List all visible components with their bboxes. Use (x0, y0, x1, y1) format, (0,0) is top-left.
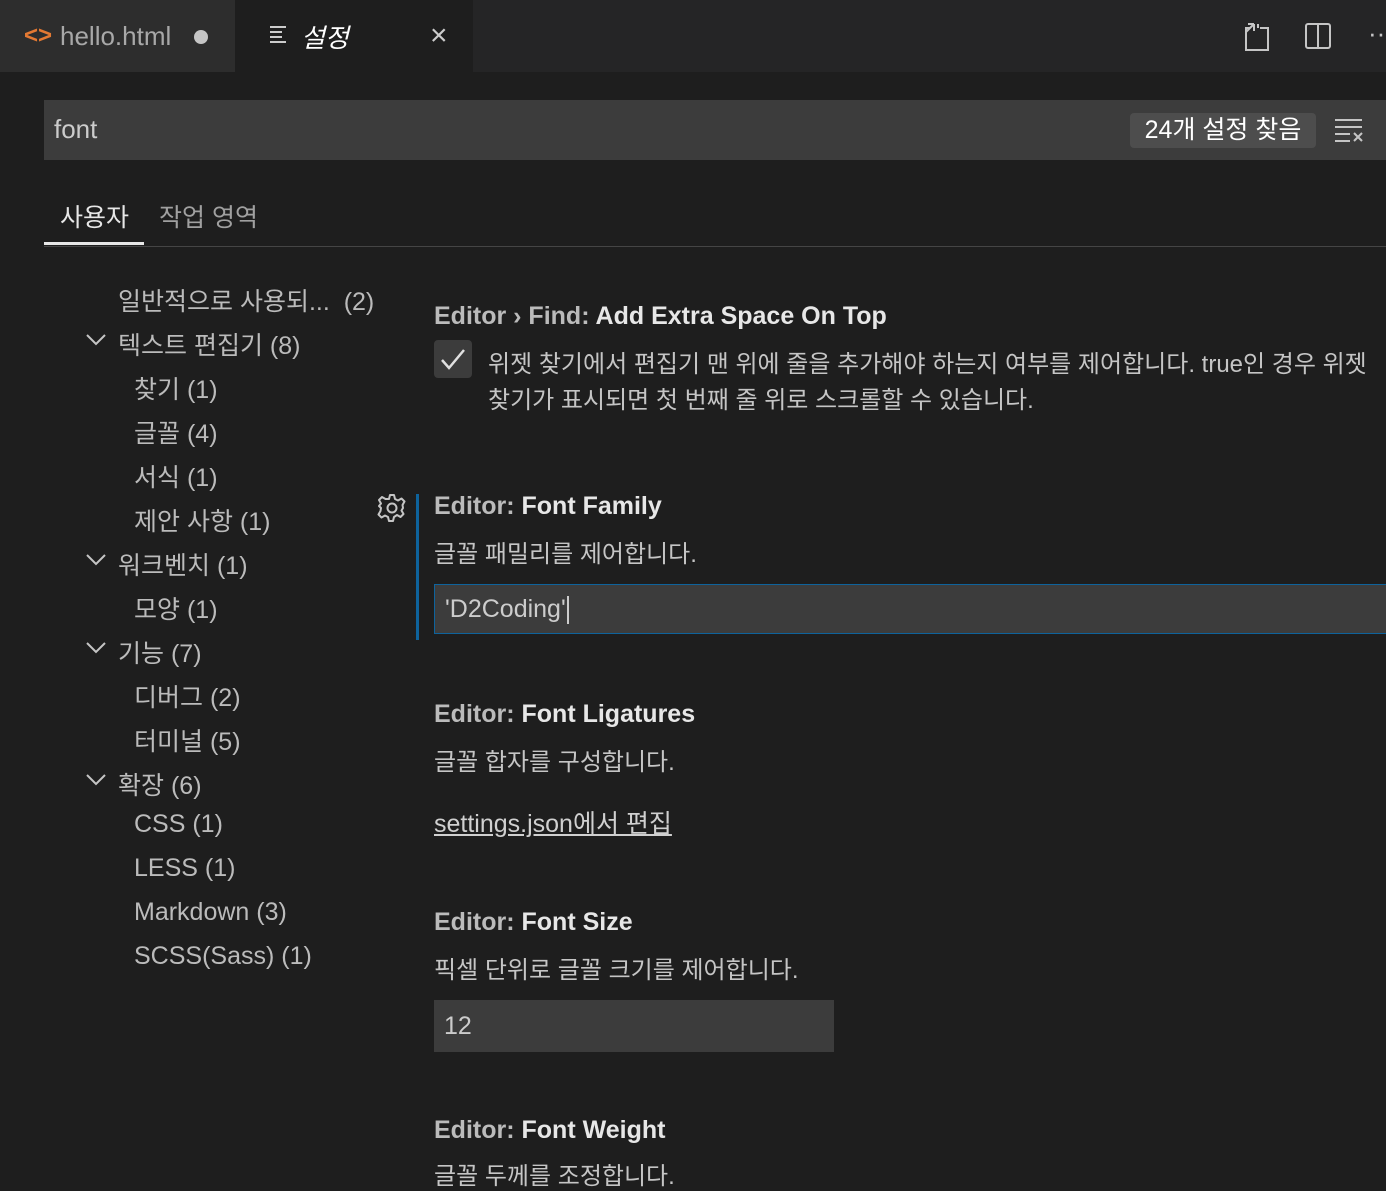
toc-item-markdown[interactable]: Markdown (3) (134, 898, 287, 927)
text-caret (566, 596, 569, 625)
code-icon: <> (24, 22, 53, 49)
settings-file-icon (269, 24, 289, 49)
settings-search[interactable]: font 24개 설정 찾음 (44, 100, 1386, 160)
setting-title: Editor: Font Weight (434, 1116, 666, 1144)
chevron-down-icon[interactable] (86, 642, 106, 654)
chevron-down-icon[interactable] (86, 774, 106, 786)
more-actions-icon[interactable]: ··· (1368, 20, 1386, 52)
toc-item-terminal[interactable]: 터미널 (5) (134, 722, 241, 758)
tab-settings[interactable]: 설정 × (235, 0, 473, 72)
toc-item-text-editor[interactable]: 텍스트 편집기 (8) (118, 326, 300, 362)
setting-description: 글꼴 두께를 조정합니다. (434, 1163, 675, 1190)
setting-description: 글꼴 패밀리를 제어합니다. (434, 541, 697, 568)
toc-item-debug[interactable]: 디버그 (2) (134, 678, 241, 714)
focused-setting-indicator (416, 494, 419, 640)
settings-scope-tabs: 사용자 작업 영역 (44, 190, 1386, 247)
setting-description: 위젯 찾기에서 편집기 맨 위에 줄을 추가해야 하는지 여부를 제어합니다. … (488, 351, 1367, 378)
toc-item-find[interactable]: 찾기 (1) (134, 370, 218, 406)
gear-icon[interactable] (377, 493, 407, 523)
close-icon[interactable]: × (430, 18, 448, 54)
setting-description: 픽셀 단위로 글꼴 크기를 제어합니다. (434, 957, 799, 984)
check-icon (441, 349, 465, 370)
tab-user[interactable]: 사용자 (60, 198, 129, 234)
chevron-down-icon[interactable] (86, 334, 106, 346)
toc-item-features[interactable]: 기능 (7) (118, 634, 202, 670)
font-size-input[interactable]: 12 (434, 1000, 834, 1052)
clear-search-icon[interactable] (1334, 116, 1364, 144)
toc-item-css[interactable]: CSS (1) (134, 810, 223, 839)
setting-title: Editor: Font Size (434, 908, 633, 936)
editor-tab-bar: <> hello.html 설정 × ··· (0, 0, 1386, 72)
toc-item-suggestions[interactable]: 제안 사항 (1) (134, 502, 270, 538)
tab-workspace[interactable]: 작업 영역 (159, 198, 258, 234)
search-input[interactable]: font (54, 114, 97, 145)
split-editor-icon[interactable] (1304, 22, 1336, 52)
toc-item-font[interactable]: 글꼴 (4) (134, 414, 218, 450)
setting-checkbox[interactable] (434, 340, 472, 378)
result-count-badge: 24개 설정 찾음 (1130, 113, 1316, 148)
setting-title: Editor: Font Ligatures (434, 700, 696, 728)
open-settings-json-icon[interactable] (1240, 22, 1272, 52)
setting-title: Editor: Font Family (434, 492, 662, 520)
edit-in-settings-json-link[interactable]: settings.json에서 편집 (434, 804, 672, 840)
font-family-input[interactable]: 'D2Coding' (434, 584, 1386, 634)
tab-label: hello.html (60, 20, 172, 51)
setting-description: 찾기가 표시되면 첫 번째 줄 위로 스크롤할 수 있습니다. (488, 387, 1034, 414)
toc-item-appearance[interactable]: 모양 (1) (134, 590, 218, 626)
tab-label: 설정 (301, 22, 349, 53)
setting-title: Editor › Find: Add Extra Space On Top (434, 302, 887, 330)
toc-item-scss[interactable]: SCSS(Sass) (1) (134, 942, 312, 971)
toc-item-formatting[interactable]: 서식 (1) (134, 458, 218, 494)
toc-item-workbench[interactable]: 워크벤치 (1) (118, 546, 248, 582)
chevron-down-icon[interactable] (86, 554, 106, 566)
toc-item-extensions[interactable]: 확장 (6) (118, 766, 202, 802)
toc-item-commonly-used[interactable]: 일반적으로 사용되... (2) (118, 282, 374, 318)
active-tab-indicator (44, 242, 144, 245)
setting-description: 글꼴 합자를 구성합니다. (434, 749, 675, 776)
toc-item-less[interactable]: LESS (1) (134, 854, 235, 883)
unsaved-dot-icon[interactable] (194, 30, 208, 44)
tab-hello-html[interactable]: <> hello.html (0, 0, 235, 72)
